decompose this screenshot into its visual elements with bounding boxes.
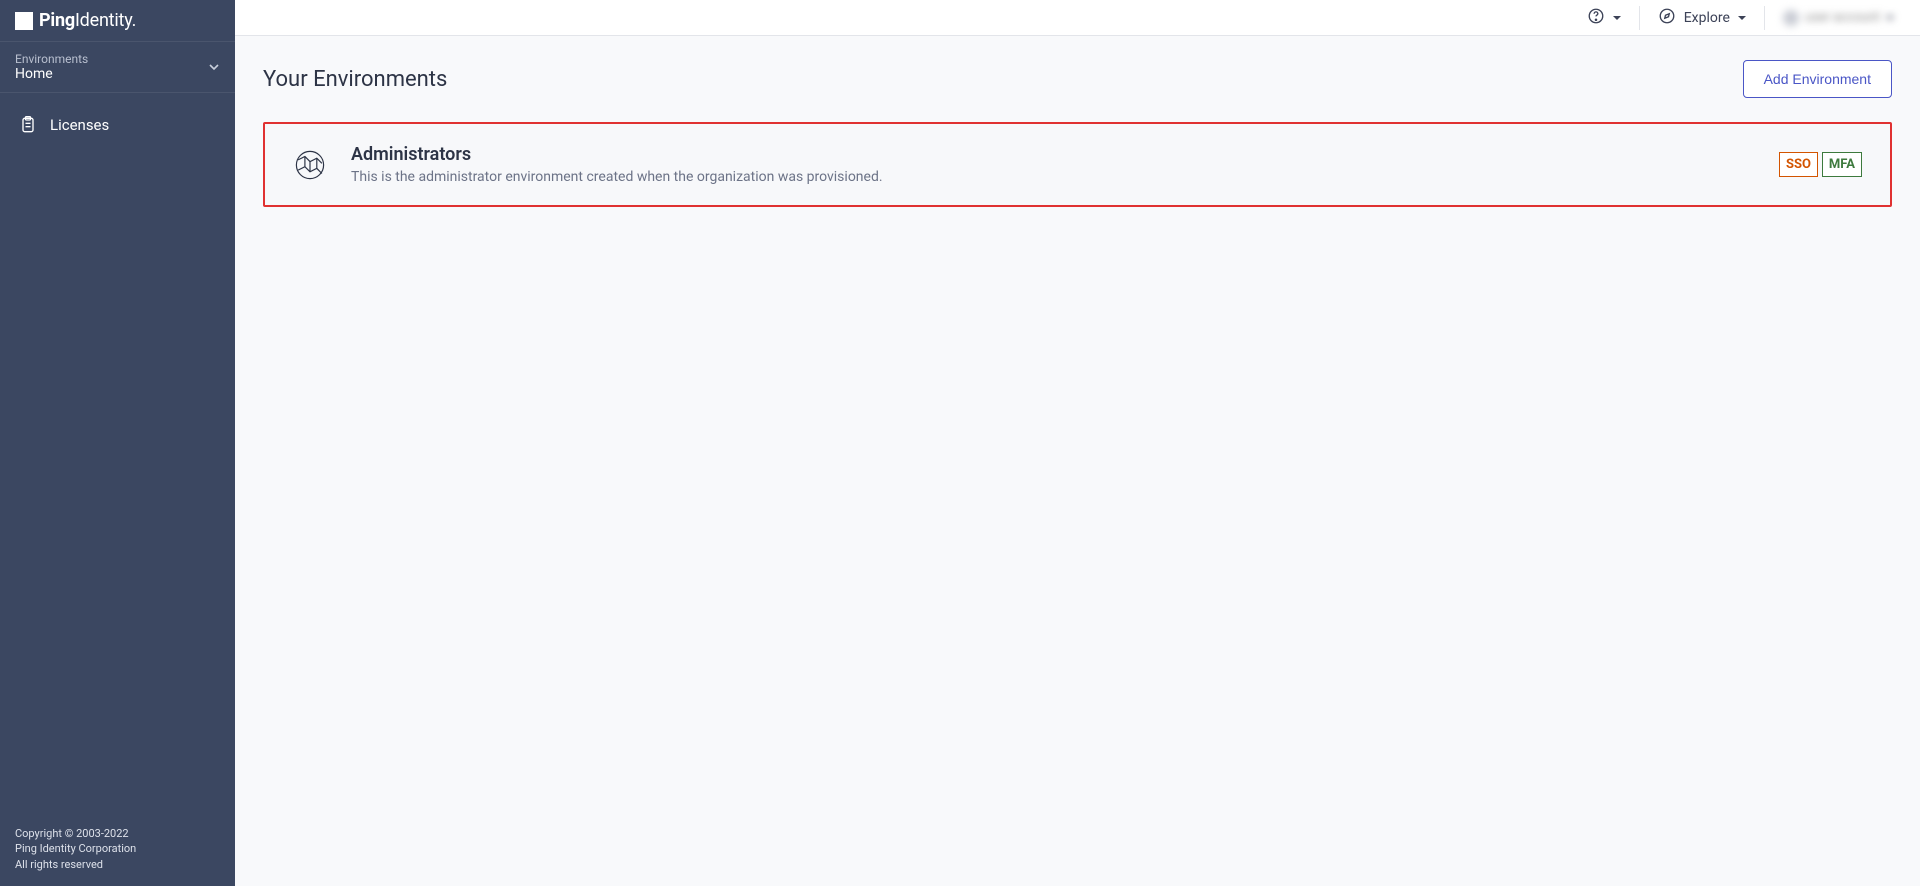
caret-down-icon — [1613, 16, 1621, 20]
footer-copyright: Copyright © 2003-2022 — [15, 826, 220, 841]
environment-info: Administrators This is the administrator… — [351, 144, 1755, 185]
footer-rights: All rights reserved — [15, 857, 220, 872]
compass-icon — [1658, 7, 1676, 29]
sidebar-footer: Copyright © 2003-2022 Ping Identity Corp… — [0, 812, 235, 886]
logo-text: PingIdentity. — [39, 10, 136, 31]
environment-title: Administrators — [351, 144, 1755, 165]
content: Your Environments Add Environment Admin — [235, 36, 1920, 231]
brand-logo[interactable]: PingIdentity. — [0, 0, 235, 41]
content-header: Your Environments Add Environment — [263, 60, 1892, 98]
environment-selector-value: Home — [15, 66, 88, 82]
topbar: Explore user account — [235, 0, 1920, 36]
globe-icon — [293, 148, 327, 182]
environment-selector-label: Environments — [15, 52, 88, 66]
sso-badge: SSO — [1779, 152, 1818, 177]
chevron-down-icon — [208, 58, 220, 77]
avatar-icon — [1783, 10, 1799, 26]
environment-selector[interactable]: Environments Home — [0, 41, 235, 93]
sidebar-item-licenses[interactable]: Licenses — [0, 103, 235, 147]
footer-company: Ping Identity Corporation — [15, 841, 220, 856]
help-icon — [1587, 7, 1605, 29]
mfa-badge: MFA — [1822, 152, 1862, 177]
sidebar-item-label: Licenses — [50, 116, 109, 134]
page-title: Your Environments — [263, 67, 447, 92]
user-menu[interactable]: user account — [1765, 0, 1912, 35]
environment-list: Administrators This is the administrator… — [263, 122, 1892, 207]
explore-label: Explore — [1684, 10, 1730, 26]
clipboard-icon — [18, 115, 38, 135]
caret-down-icon — [1738, 16, 1746, 20]
environment-description: This is the administrator environment cr… — [351, 169, 1755, 185]
environment-card[interactable]: Administrators This is the administrator… — [263, 122, 1892, 207]
add-environment-button[interactable]: Add Environment — [1743, 60, 1892, 98]
logo-mark-icon — [15, 12, 33, 30]
explore-menu[interactable]: Explore — [1640, 0, 1764, 35]
sidebar: PingIdentity. Environments Home Licenses — [0, 0, 235, 886]
sidebar-nav: Licenses — [0, 93, 235, 147]
environment-badges: SSO MFA — [1779, 152, 1862, 177]
main: Explore user account Your Environments A… — [235, 0, 1920, 886]
user-name: user account — [1805, 10, 1880, 25]
caret-down-icon — [1886, 16, 1894, 20]
help-menu[interactable] — [1569, 0, 1639, 35]
